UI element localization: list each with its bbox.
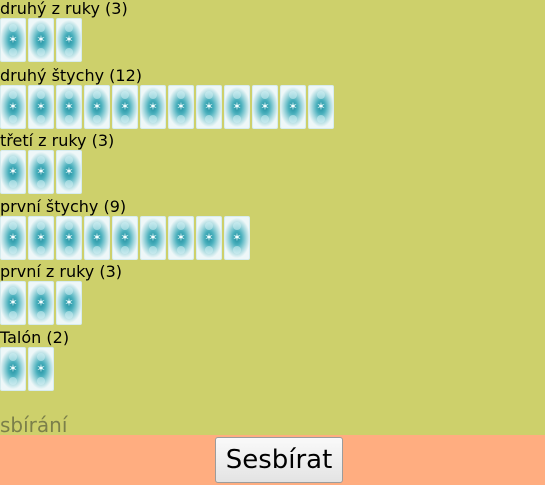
card-back-icon[interactable]: ✶ [56,85,82,129]
card-emblem-icon: ✶ [148,231,158,244]
card-emblem-icon: ✶ [64,296,74,309]
card-back-icon[interactable]: ✶ [28,281,54,325]
card-emblem-icon: ✶ [36,100,46,113]
card-emblem-icon: ✶ [8,231,18,244]
pile-label: první z ruky (3) [0,263,122,281]
card-back-icon[interactable]: ✶ [0,150,26,194]
card-emblem-icon: ✶ [316,100,326,113]
card-emblem-icon: ✶ [8,296,18,309]
card-emblem-icon: ✶ [64,165,74,178]
card-emblem-icon: ✶ [8,33,18,46]
card-emblem-icon: ✶ [36,296,46,309]
card-emblem-icon: ✶ [120,100,130,113]
card-back-icon[interactable]: ✶ [0,18,26,62]
action-bar: Sesbírat [0,435,545,485]
card-back-icon[interactable]: ✶ [84,216,110,260]
card-emblem-icon: ✶ [176,100,186,113]
card-back-icon[interactable]: ✶ [168,216,194,260]
card-back-icon[interactable]: ✶ [224,216,250,260]
card-emblem-icon: ✶ [92,231,102,244]
card-emblem-icon: ✶ [204,231,214,244]
card-back-icon[interactable]: ✶ [0,216,26,260]
card-row: ✶ ✶ ✶ [0,18,84,62]
pile-label: třetí z ruky (3) [0,132,115,150]
card-back-icon[interactable]: ✶ [28,150,54,194]
card-emblem-icon: ✶ [232,231,242,244]
collect-button[interactable]: Sesbírat [215,437,343,483]
card-back-icon[interactable]: ✶ [28,18,54,62]
pile-label: druhý štychy (12) [0,67,142,85]
card-row: ✶ ✶ [0,347,56,391]
card-row: ✶ ✶ ✶ [0,150,84,194]
card-emblem-icon: ✶ [8,165,18,178]
card-back-icon[interactable]: ✶ [56,216,82,260]
card-back-icon[interactable]: ✶ [140,216,166,260]
card-emblem-icon: ✶ [176,231,186,244]
card-back-icon[interactable]: ✶ [196,85,222,129]
card-back-icon[interactable]: ✶ [0,347,26,391]
card-emblem-icon: ✶ [64,231,74,244]
card-back-icon[interactable]: ✶ [112,216,138,260]
card-emblem-icon: ✶ [288,100,298,113]
card-back-icon[interactable]: ✶ [196,216,222,260]
card-emblem-icon: ✶ [36,33,46,46]
card-emblem-icon: ✶ [8,100,18,113]
card-emblem-icon: ✶ [120,231,130,244]
card-emblem-icon: ✶ [64,100,74,113]
pile-label: Talón (2) [0,329,70,347]
card-back-icon[interactable]: ✶ [28,85,54,129]
card-back-icon[interactable]: ✶ [0,281,26,325]
card-back-icon[interactable]: ✶ [56,281,82,325]
card-back-icon[interactable]: ✶ [28,347,54,391]
card-back-icon[interactable]: ✶ [0,85,26,129]
card-emblem-icon: ✶ [64,33,74,46]
card-row: ✶ ✶ ✶ ✶ ✶ ✶ ✶ ✶ ✶ ✶ ✶ ✶ [0,85,336,129]
card-row: ✶ ✶ ✶ [0,281,84,325]
card-back-icon[interactable]: ✶ [280,85,306,129]
card-back-icon[interactable]: ✶ [140,85,166,129]
card-back-icon[interactable]: ✶ [168,85,194,129]
pile-label: první štychy (9) [0,198,127,216]
card-emblem-icon: ✶ [204,100,214,113]
card-emblem-icon: ✶ [148,100,158,113]
card-emblem-icon: ✶ [232,100,242,113]
card-row: ✶ ✶ ✶ ✶ ✶ ✶ ✶ ✶ ✶ [0,216,252,260]
card-back-icon[interactable]: ✶ [28,216,54,260]
card-back-icon[interactable]: ✶ [56,150,82,194]
card-back-icon[interactable]: ✶ [252,85,278,129]
card-back-icon[interactable]: ✶ [224,85,250,129]
card-emblem-icon: ✶ [36,362,46,375]
card-emblem-icon: ✶ [8,362,18,375]
card-back-icon[interactable]: ✶ [308,85,334,129]
card-back-icon[interactable]: ✶ [56,18,82,62]
card-back-icon[interactable]: ✶ [84,85,110,129]
pile-label: druhý z ruky (3) [0,0,128,18]
card-emblem-icon: ✶ [36,231,46,244]
card-emblem-icon: ✶ [92,100,102,113]
card-emblem-icon: ✶ [260,100,270,113]
card-back-icon[interactable]: ✶ [112,85,138,129]
card-emblem-icon: ✶ [36,165,46,178]
